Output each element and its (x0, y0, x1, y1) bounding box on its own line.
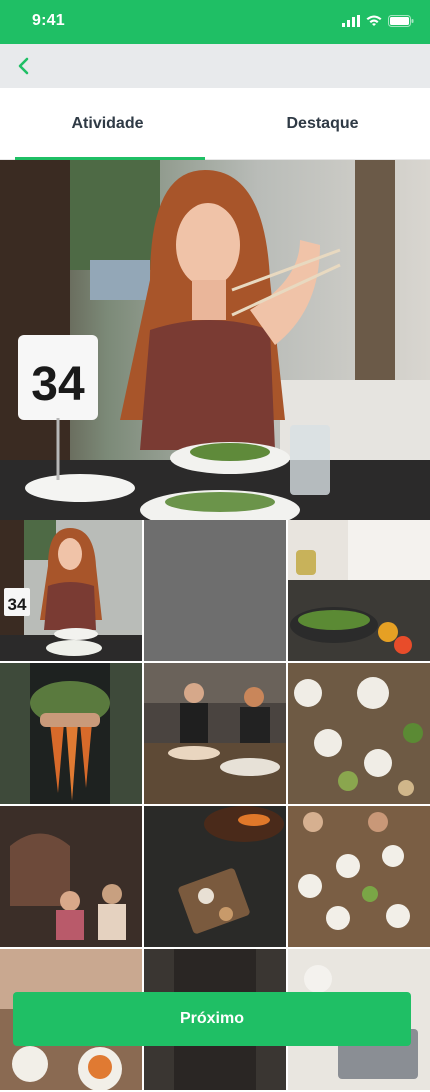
photo-thumbnail-empty[interactable] (144, 520, 286, 661)
thumb-table-number: 34 (8, 595, 27, 614)
photo-thumbnail[interactable] (0, 663, 142, 804)
thumbnail-image (0, 806, 142, 947)
photo-thumbnail[interactable] (288, 806, 430, 947)
table-number-sign: 34 (31, 358, 85, 411)
wifi-icon (366, 15, 382, 26)
status-time: 9:41 (32, 12, 65, 29)
tab-atividade[interactable]: Atividade (0, 88, 215, 160)
battery-icon (388, 15, 414, 27)
photo-thumbnail[interactable] (288, 663, 430, 804)
nav-bar (0, 44, 430, 88)
photo-thumbnail[interactable] (144, 806, 286, 947)
selected-photo-preview: 34 (0, 160, 430, 520)
status-bar: 9:41 (0, 0, 430, 44)
thumbnail-image (288, 520, 430, 661)
thumbnail-image (144, 663, 286, 804)
thumbnail-image: 34 (0, 520, 142, 661)
photo-thumbnail-selected[interactable]: 34 (0, 520, 142, 661)
thumbnail-image (0, 663, 142, 804)
photo-thumbnail[interactable] (288, 520, 430, 661)
photo-thumbnail[interactable] (0, 806, 142, 947)
tab-bar: Atividade Destaque (0, 88, 430, 160)
status-icons (342, 15, 414, 27)
next-button[interactable]: Próximo (13, 992, 411, 1046)
thumbnail-image (144, 806, 286, 947)
signal-icon (342, 15, 360, 27)
photo-thumbnail[interactable] (144, 663, 286, 804)
preview-image: 34 (0, 160, 430, 520)
back-chevron-icon[interactable] (12, 54, 36, 78)
tab-destaque[interactable]: Destaque (215, 88, 430, 160)
thumbnail-image (288, 663, 430, 804)
thumbnail-image (288, 806, 430, 947)
